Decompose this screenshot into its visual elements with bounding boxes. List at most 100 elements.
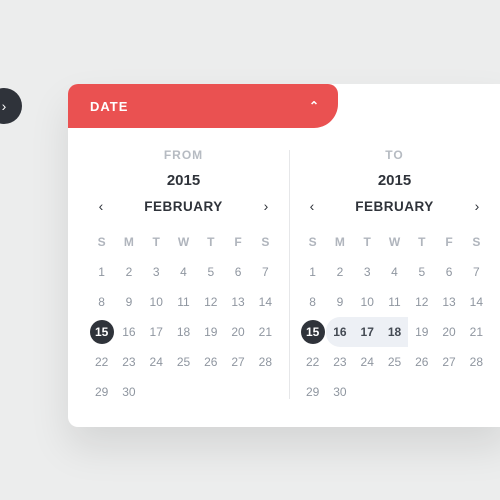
dow-cell: M bbox=[115, 227, 142, 257]
to-prev-month[interactable]: ‹ bbox=[301, 195, 323, 217]
dow-cell: T bbox=[143, 227, 170, 257]
day-cell[interactable]: 24 bbox=[354, 347, 381, 377]
to-next-month[interactable]: › bbox=[466, 195, 488, 217]
day-cell[interactable]: 26 bbox=[408, 347, 435, 377]
day-cell[interactable]: 19 bbox=[408, 317, 435, 347]
calendar-from: FROM 2015 ‹ FEBRUARY › SMTWTFS 123456789… bbox=[78, 142, 289, 407]
calendar-to: TO 2015 ‹ FEBRUARY › SMTWTFS 12345678910… bbox=[289, 142, 500, 407]
date-tab[interactable]: DATE ⌃ bbox=[68, 84, 338, 128]
dow-cell: S bbox=[463, 227, 490, 257]
day-cell[interactable]: 21 bbox=[252, 317, 279, 347]
from-prev-month[interactable]: ‹ bbox=[90, 195, 112, 217]
day-cell[interactable]: 27 bbox=[224, 347, 251, 377]
day-cell[interactable]: 4 bbox=[170, 257, 197, 287]
day-cell[interactable]: 1 bbox=[299, 257, 326, 287]
day-cell[interactable]: 16 bbox=[326, 317, 353, 347]
day-cell[interactable]: 6 bbox=[435, 257, 462, 287]
day-cell[interactable]: 26 bbox=[197, 347, 224, 377]
dow-cell: T bbox=[408, 227, 435, 257]
chevron-left-icon: ‹ bbox=[99, 198, 104, 214]
day-cell[interactable]: 12 bbox=[197, 287, 224, 317]
chevron-right-icon: › bbox=[475, 198, 480, 214]
dow-cell: M bbox=[326, 227, 353, 257]
day-cell[interactable]: 15 bbox=[299, 317, 326, 347]
day-cell[interactable]: 17 bbox=[143, 317, 170, 347]
day-cell[interactable]: 2 bbox=[115, 257, 142, 287]
to-label: TO bbox=[299, 142, 490, 172]
day-cell[interactable]: 24 bbox=[143, 347, 170, 377]
day-cell[interactable]: 19 bbox=[197, 317, 224, 347]
day-cell[interactable]: 1 bbox=[88, 257, 115, 287]
day-cell[interactable]: 12 bbox=[408, 287, 435, 317]
from-dow-row: SMTWTFS bbox=[88, 227, 279, 257]
dow-cell: T bbox=[197, 227, 224, 257]
to-month: FEBRUARY bbox=[355, 199, 434, 214]
day-cell[interactable]: 22 bbox=[88, 347, 115, 377]
dow-cell: F bbox=[435, 227, 462, 257]
day-cell[interactable]: 29 bbox=[88, 377, 115, 407]
day-cell[interactable]: 15 bbox=[88, 317, 115, 347]
day-cell[interactable]: 29 bbox=[299, 377, 326, 407]
from-year: 2015 bbox=[88, 172, 279, 195]
to-dow-row: SMTWTFS bbox=[299, 227, 490, 257]
day-cell[interactable]: 9 bbox=[326, 287, 353, 317]
day-cell[interactable]: 4 bbox=[381, 257, 408, 287]
day-cell[interactable]: 23 bbox=[115, 347, 142, 377]
from-next-month[interactable]: › bbox=[255, 195, 277, 217]
day-cell[interactable]: 5 bbox=[197, 257, 224, 287]
chevron-up-icon: ⌃ bbox=[309, 99, 320, 113]
from-label: FROM bbox=[88, 142, 279, 172]
day-cell[interactable]: 14 bbox=[463, 287, 490, 317]
day-cell[interactable]: 21 bbox=[463, 317, 490, 347]
dow-cell: W bbox=[381, 227, 408, 257]
day-cell[interactable]: 30 bbox=[115, 377, 142, 407]
day-cell[interactable]: 30 bbox=[326, 377, 353, 407]
day-cell[interactable]: 20 bbox=[435, 317, 462, 347]
tab-label: DATE bbox=[90, 99, 128, 114]
day-cell[interactable]: 18 bbox=[170, 317, 197, 347]
day-cell[interactable]: 3 bbox=[354, 257, 381, 287]
day-cell[interactable]: 16 bbox=[115, 317, 142, 347]
day-cell[interactable]: 11 bbox=[170, 287, 197, 317]
day-cell[interactable]: 11 bbox=[381, 287, 408, 317]
from-month: FEBRUARY bbox=[144, 199, 223, 214]
chevron-right-icon: › bbox=[2, 98, 7, 114]
day-cell[interactable]: 25 bbox=[381, 347, 408, 377]
dow-cell: T bbox=[354, 227, 381, 257]
day-cell[interactable]: 8 bbox=[88, 287, 115, 317]
day-cell[interactable]: 18 bbox=[381, 317, 408, 347]
to-year: 2015 bbox=[299, 172, 490, 195]
dow-cell: S bbox=[252, 227, 279, 257]
day-cell[interactable]: 14 bbox=[252, 287, 279, 317]
day-cell[interactable]: 10 bbox=[143, 287, 170, 317]
day-cell[interactable]: 22 bbox=[299, 347, 326, 377]
day-cell[interactable]: 27 bbox=[435, 347, 462, 377]
day-cell[interactable]: 25 bbox=[170, 347, 197, 377]
day-cell[interactable]: 2 bbox=[326, 257, 353, 287]
day-cell[interactable]: 13 bbox=[435, 287, 462, 317]
day-cell[interactable]: 10 bbox=[354, 287, 381, 317]
chevron-right-icon: › bbox=[264, 198, 269, 214]
day-cell[interactable]: 3 bbox=[143, 257, 170, 287]
day-cell[interactable]: 9 bbox=[115, 287, 142, 317]
chevron-left-icon: ‹ bbox=[310, 198, 315, 214]
day-cell[interactable]: 28 bbox=[463, 347, 490, 377]
day-cell[interactable]: 13 bbox=[224, 287, 251, 317]
dow-cell: W bbox=[170, 227, 197, 257]
dow-cell: S bbox=[88, 227, 115, 257]
day-cell[interactable]: 7 bbox=[463, 257, 490, 287]
day-cell[interactable]: 20 bbox=[224, 317, 251, 347]
day-cell[interactable]: 6 bbox=[224, 257, 251, 287]
from-days-grid: 1234567891011121314151617181920212223242… bbox=[88, 257, 279, 407]
day-cell[interactable]: 8 bbox=[299, 287, 326, 317]
dow-cell: S bbox=[299, 227, 326, 257]
day-cell[interactable]: 17 bbox=[354, 317, 381, 347]
to-days-grid: 1234567891011121314151617181920212223242… bbox=[299, 257, 490, 407]
calendars: FROM 2015 ‹ FEBRUARY › SMTWTFS 123456789… bbox=[68, 128, 500, 427]
day-cell[interactable]: 28 bbox=[252, 347, 279, 377]
dow-cell: F bbox=[224, 227, 251, 257]
next-button[interactable]: › bbox=[0, 88, 22, 124]
day-cell[interactable]: 7 bbox=[252, 257, 279, 287]
day-cell[interactable]: 5 bbox=[408, 257, 435, 287]
day-cell[interactable]: 23 bbox=[326, 347, 353, 377]
